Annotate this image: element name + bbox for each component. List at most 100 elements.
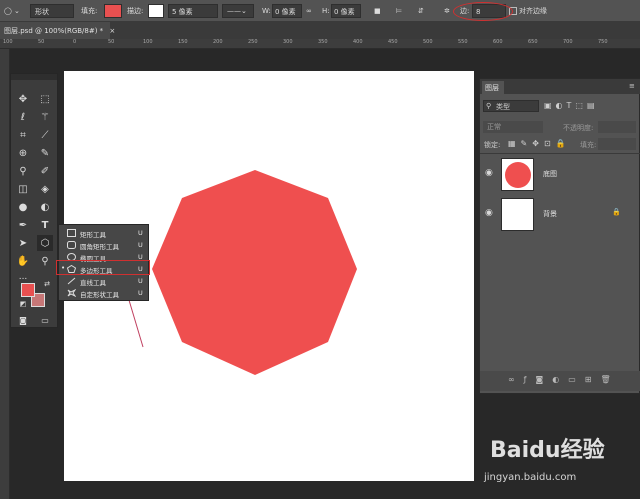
- eraser-tool-icon[interactable]: ◫: [15, 181, 31, 197]
- path-arrange-icon[interactable]: ⇵: [418, 6, 424, 16]
- stroke-width-value: 5 像素: [172, 8, 193, 16]
- close-icon[interactable]: ×: [109, 27, 115, 35]
- custom-shape-icon: [67, 289, 76, 297]
- layer-thumbnail-red-circle: [501, 158, 534, 191]
- layers-bottom-bar: ∞ƒ◙◐▭⊞🗑: [480, 371, 640, 391]
- ruler-tick-label: 50: [108, 39, 115, 45]
- document-tab[interactable]: 图层.psd @ 100%(RGB/8#) * ×: [0, 22, 115, 39]
- watermark-brand: Baidu经验: [490, 438, 605, 463]
- ruler-vertical: [0, 49, 10, 499]
- link-wh-icon[interactable]: ∞: [306, 6, 312, 16]
- blend-mode-select[interactable]: 正常: [483, 121, 543, 133]
- dodge-tool-icon[interactable]: ◐: [37, 199, 53, 215]
- path-align-icon[interactable]: ⊨: [396, 6, 402, 16]
- shape-tool-icon[interactable]: ⬡: [37, 235, 53, 251]
- magic-wand-tool-icon[interactable]: ⚚: [37, 109, 53, 125]
- ruler-horizontal: 100 50 0 50 100 150 200 250 300 350 400 450 500 550 60…: [0, 39, 640, 49]
- pen-tool-icon[interactable]: ✒: [15, 217, 31, 233]
- zoom-tool-icon[interactable]: ⚲: [37, 253, 53, 269]
- ruler-tick-label: 350: [318, 39, 328, 45]
- polygon-highlight-box: [56, 260, 150, 275]
- flyout-item-rounded-rectangle[interactable]: 圆角矩形工具 U: [59, 239, 150, 251]
- ruler-tick-label: 200: [213, 39, 223, 45]
- gear-icon[interactable]: ✲: [444, 6, 450, 16]
- flyout-item-rectangle[interactable]: 矩形工具 U: [59, 227, 150, 239]
- align-edges-label: 对齐边缘: [519, 7, 547, 15]
- baidu-jingyan-watermark: Baidu经验 jingyan.baidu.com: [480, 432, 630, 492]
- h-field[interactable]: 0 像素: [331, 4, 361, 18]
- layer-name: 背景: [543, 210, 557, 218]
- visibility-eye-icon[interactable]: ◉: [485, 168, 493, 178]
- fill-swatch[interactable]: [104, 4, 122, 18]
- fill-field[interactable]: [598, 138, 636, 150]
- history-brush-tool-icon[interactable]: ✐: [37, 163, 53, 179]
- ruler-tick-label: 100: [3, 39, 13, 45]
- panel-menu-icon[interactable]: ≡: [629, 82, 635, 90]
- move-tool-icon[interactable]: ✥: [15, 91, 31, 107]
- tab-layers[interactable]: 图层: [482, 81, 504, 94]
- marquee-tool-icon[interactable]: ⬚: [37, 91, 53, 107]
- h-label: H:: [322, 7, 330, 15]
- layers-panel-header: 图层 ≡: [480, 79, 640, 94]
- mode-select[interactable]: 形状: [30, 4, 74, 18]
- foreground-color-swatch[interactable]: [21, 283, 35, 297]
- edges-highlight-circle: [453, 2, 513, 21]
- flyout-item-custom-shape[interactable]: 自定形状工具 U: [59, 287, 150, 299]
- quick-mask-icon[interactable]: ◙: [15, 312, 31, 328]
- ruler-tick-label: 450: [388, 39, 398, 45]
- clone-stamp-tool-icon[interactable]: ⚲: [15, 163, 31, 179]
- h-value: 0 像素: [334, 8, 355, 16]
- stroke-width-field[interactable]: 5 像素: [168, 4, 218, 18]
- stroke-type-select[interactable]: ——⌄: [222, 4, 254, 18]
- crop-tool-icon[interactable]: ⌗: [15, 127, 31, 143]
- filter-kind-value: 类型: [496, 103, 510, 111]
- layer-name: 底图: [543, 170, 557, 178]
- layer-row-0[interactable]: ◉ 底图: [480, 154, 640, 194]
- octagon-polygon[interactable]: [152, 170, 357, 375]
- w-field[interactable]: 0 像素: [272, 4, 302, 18]
- ruler-tick-label: 400: [353, 39, 363, 45]
- toolbox-header: [11, 74, 57, 80]
- red-circle-thumb: [505, 162, 531, 188]
- lock-icon: 🔒: [612, 208, 621, 216]
- stroke-label: 描边:: [127, 7, 144, 15]
- fill-label: 填充:: [580, 141, 597, 149]
- visibility-eye-icon[interactable]: ◉: [485, 208, 493, 218]
- filter-icons[interactable]: ▣◐T⬚▤: [544, 101, 599, 110]
- tool-preset-icon[interactable]: ◯ ⌄: [4, 6, 20, 16]
- fill-label: 填充:: [81, 7, 98, 15]
- swap-colors-icon[interactable]: ⇄: [39, 276, 55, 292]
- type-tool-icon[interactable]: T: [37, 217, 53, 233]
- layer-thumbnail-white: [501, 198, 534, 231]
- lock-icons[interactable]: ▦✎✥⊡🔒: [508, 139, 571, 148]
- search-icon: ⚲: [486, 102, 492, 110]
- line-icon: [67, 277, 76, 285]
- lock-label: 锁定:: [484, 141, 501, 149]
- ruler-tick-label: 650: [528, 39, 538, 45]
- path-selection-tool-icon[interactable]: ➤: [15, 235, 31, 251]
- ruler-tick-label: 300: [283, 39, 293, 45]
- brush-tool-icon[interactable]: ✎: [37, 145, 53, 161]
- toolbox: ✥ ⬚ ℓ ⚚ ⌗ ⟋ ⊕ ✎ ⚲ ✐ ◫ ◈ ● ◐ ✒ T ➤ ⬡ ✋ ⚲ …: [10, 73, 58, 328]
- ruler-tick-label: 250: [248, 39, 258, 45]
- paint-bucket-tool-icon[interactable]: ◈: [37, 181, 53, 197]
- mode-value: 形状: [35, 8, 49, 16]
- ruler-tick-label: 750: [598, 39, 608, 45]
- ruler-tick-label: 150: [178, 39, 188, 45]
- default-colors-icon[interactable]: ◩: [15, 296, 31, 312]
- filter-kind-select[interactable]: ⚲ 类型: [483, 100, 539, 112]
- layers-bottom-icons[interactable]: ∞ƒ◙◐▭⊞🗑: [508, 375, 620, 384]
- watermark-url: jingyan.baidu.com: [484, 472, 577, 483]
- lasso-tool-icon[interactable]: ℓ: [15, 109, 31, 125]
- healing-brush-tool-icon[interactable]: ⊕: [15, 145, 31, 161]
- blur-tool-icon[interactable]: ●: [15, 199, 31, 215]
- layer-row-1[interactable]: ◉ 背景 🔒: [480, 194, 640, 234]
- hand-tool-icon[interactable]: ✋: [15, 253, 31, 269]
- flyout-item-line[interactable]: 直线工具 U: [59, 275, 150, 287]
- screen-mode-icon[interactable]: ▭: [37, 312, 53, 328]
- ruler-tick-label: 550: [458, 39, 468, 45]
- eyedropper-tool-icon[interactable]: ⟋: [37, 127, 53, 143]
- path-ops-icon[interactable]: ■: [374, 6, 381, 16]
- opacity-field[interactable]: [598, 121, 636, 133]
- stroke-swatch[interactable]: [148, 4, 164, 18]
